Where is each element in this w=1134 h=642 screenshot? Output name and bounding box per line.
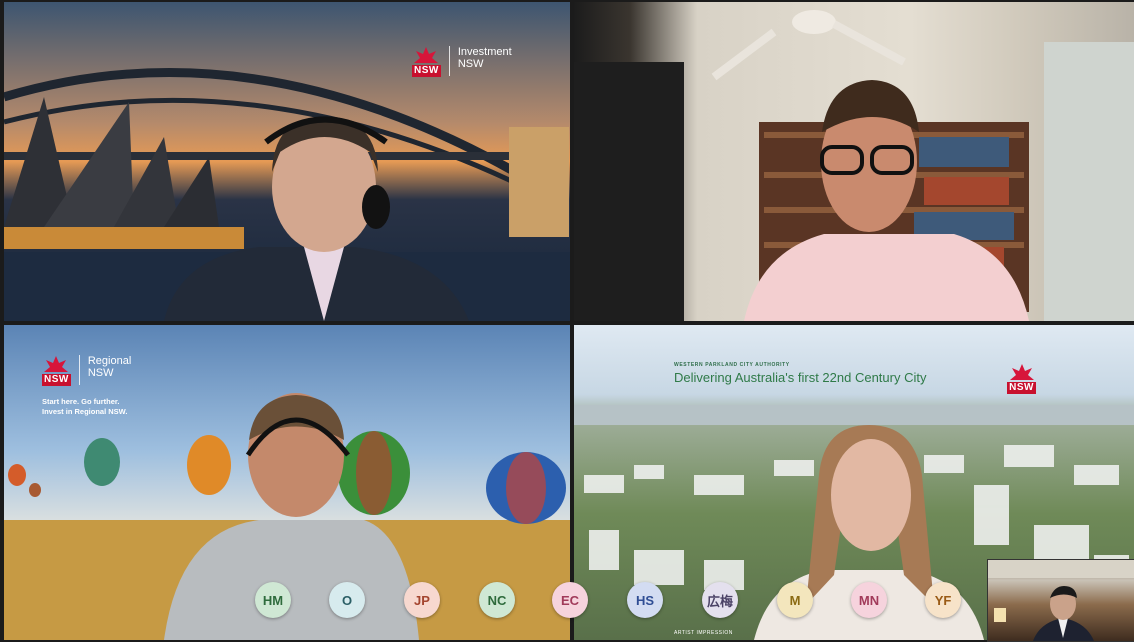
- logo-brand-line1: Regional: [87, 355, 132, 367]
- participant-avatar[interactable]: HM: [255, 582, 291, 618]
- avatar-initials: MN: [858, 592, 880, 608]
- participant-avatar[interactable]: M: [777, 582, 813, 618]
- banner-title: Delivering Australia's first 22nd Centur…: [674, 370, 927, 385]
- waratah-icon: [44, 356, 69, 372]
- avatar-initials: HS: [635, 592, 655, 608]
- avatar-initials: M: [789, 592, 801, 608]
- participant-avatar[interactable]: HS: [627, 582, 663, 618]
- home-office-background: [574, 10, 1134, 321]
- avatar-initials: 広梅: [706, 593, 733, 609]
- banner-authority-label: WESTERN PARKLAND CITY AUTHORITY: [674, 362, 790, 368]
- self-view-thumbnail[interactable]: [987, 559, 1134, 642]
- participant-avatar[interactable]: YF: [925, 582, 961, 618]
- waratah-icon: [1009, 364, 1034, 380]
- video-tile-top-left[interactable]: NSW Investment NSW: [4, 2, 570, 321]
- participant-avatar[interactable]: O: [329, 582, 365, 618]
- tagline-line1: Start here. Go further.: [42, 397, 120, 406]
- avatar-initials: NC: [487, 592, 507, 608]
- avatar-initials: EC: [560, 592, 580, 608]
- logo-brand-line2: NSW: [87, 367, 114, 379]
- nsw-wordmark: NSW: [1007, 382, 1036, 394]
- participant-avatar[interactable]: NC: [479, 582, 515, 618]
- participant-avatar[interactable]: 広梅: [702, 582, 738, 618]
- nsw-logo: NSW: [1007, 363, 1036, 394]
- video-tile-top-right[interactable]: [574, 2, 1134, 321]
- participant-avatar[interactable]: MN: [851, 582, 887, 618]
- artist-impression-note: ARTIST IMPRESSION: [674, 630, 733, 636]
- self-view-video: [988, 560, 1134, 641]
- participant-avatar-strip: HM O JP NC EC HS 広梅 M MN YF: [0, 582, 1134, 620]
- logo-divider: [78, 355, 80, 385]
- tagline-line2: Invest in Regional NSW.: [42, 407, 128, 416]
- nsw-wordmark: NSW: [42, 374, 71, 386]
- participant-avatar[interactable]: EC: [552, 582, 588, 618]
- logo-brand-text: Regional NSW: [88, 355, 131, 379]
- avatar-initials: O: [341, 592, 353, 608]
- participant-silhouette: [164, 116, 469, 321]
- avatar-initials: JP: [414, 592, 430, 608]
- avatar-initials: YF: [934, 592, 952, 608]
- regional-nsw-tagline: Start here. Go further. Invest in Region…: [42, 397, 127, 417]
- regional-nsw-logo: NSW Regional NSW: [42, 355, 131, 386]
- avatar-initials: HM: [262, 592, 284, 608]
- participant-avatar[interactable]: JP: [404, 582, 440, 618]
